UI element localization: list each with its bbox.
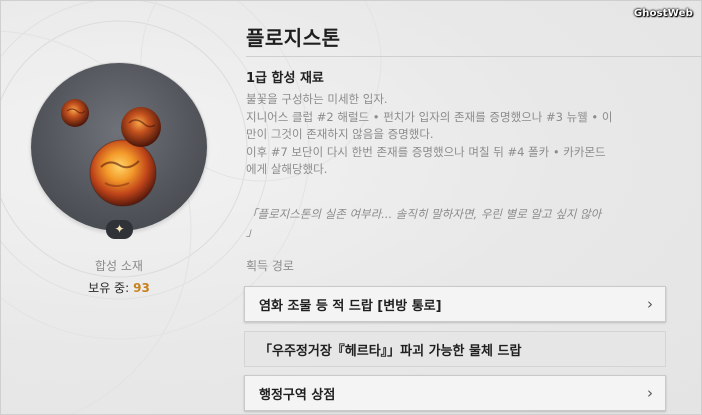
item-quote: 「플로지스톤의 실존 여부라... 솔직히 말하자면, 우린 별로 알고 싶지 … [246, 205, 686, 241]
acquisition-label: 획득 경로 [246, 259, 294, 273]
watermark-text: GhostWeb [633, 8, 693, 19]
route-label: 염화 조물 등 적 드랍 [변방 통로] [259, 298, 442, 314]
item-detail-screen: GhostWeb ✦ 합성 소재 보유 중: 93 플로지스톤 1급 합성 재료… [0, 0, 702, 415]
route-destructible-drop: 「우주정거장『헤르타』」파괴 가능한 물체 드랍 [244, 331, 666, 367]
description-line: 에게 살해당했다. [246, 162, 328, 176]
description-line: 불꽃을 구성하는 미세한 입자. [246, 92, 388, 106]
item-title: 플로지스톤 [246, 26, 341, 50]
item-description: 불꽃을 구성하는 미세한 입자. 지니어스 클럽 #2 해럴드 • 펀치가 입자… [246, 91, 686, 179]
item-subtitle: 1급 합성 재료 [246, 71, 324, 86]
route-button-shop[interactable]: 행정구역 상점 › [244, 375, 666, 411]
item-category: 합성 소재 [95, 259, 143, 273]
rarity-badge: ✦ [106, 220, 133, 239]
chevron-right-icon: › [647, 384, 653, 402]
route-label: 행정구역 상점 [259, 387, 336, 403]
owned-label: 보유 중: [88, 281, 130, 295]
description-line: 이후 #7 보단이 다시 한번 존재를 증명했으나 며칠 뒤 #4 폴카 • 카… [246, 144, 606, 159]
owned-count-row: 보유 중: 93 [59, 279, 179, 296]
owned-count: 93 [133, 281, 150, 295]
route-label: 「우주정거장『헤르타』」파괴 가능한 물체 드랍 [259, 343, 522, 359]
description-line: 지니어스 클럽 #2 해럴드 • 펀치가 입자의 존재를 증명했으나 #3 뉴웰… [246, 109, 613, 124]
title-divider [246, 56, 701, 57]
sparkle-icon: ✦ [114, 222, 125, 236]
chevron-right-icon: › [647, 295, 653, 313]
quote-line: 」 [246, 225, 258, 239]
description-line: 만이 그것이 존재하지 않음을 증명했다. [246, 127, 434, 141]
quote-line: 「플로지스톤의 실존 여부라... 솔직히 말하자면, 우린 별로 알고 싶지 … [246, 207, 602, 221]
phlogiston-icon [61, 99, 161, 207]
route-button-enemy-drop[interactable]: 염화 조물 등 적 드랍 [변방 통로] › [244, 286, 666, 322]
